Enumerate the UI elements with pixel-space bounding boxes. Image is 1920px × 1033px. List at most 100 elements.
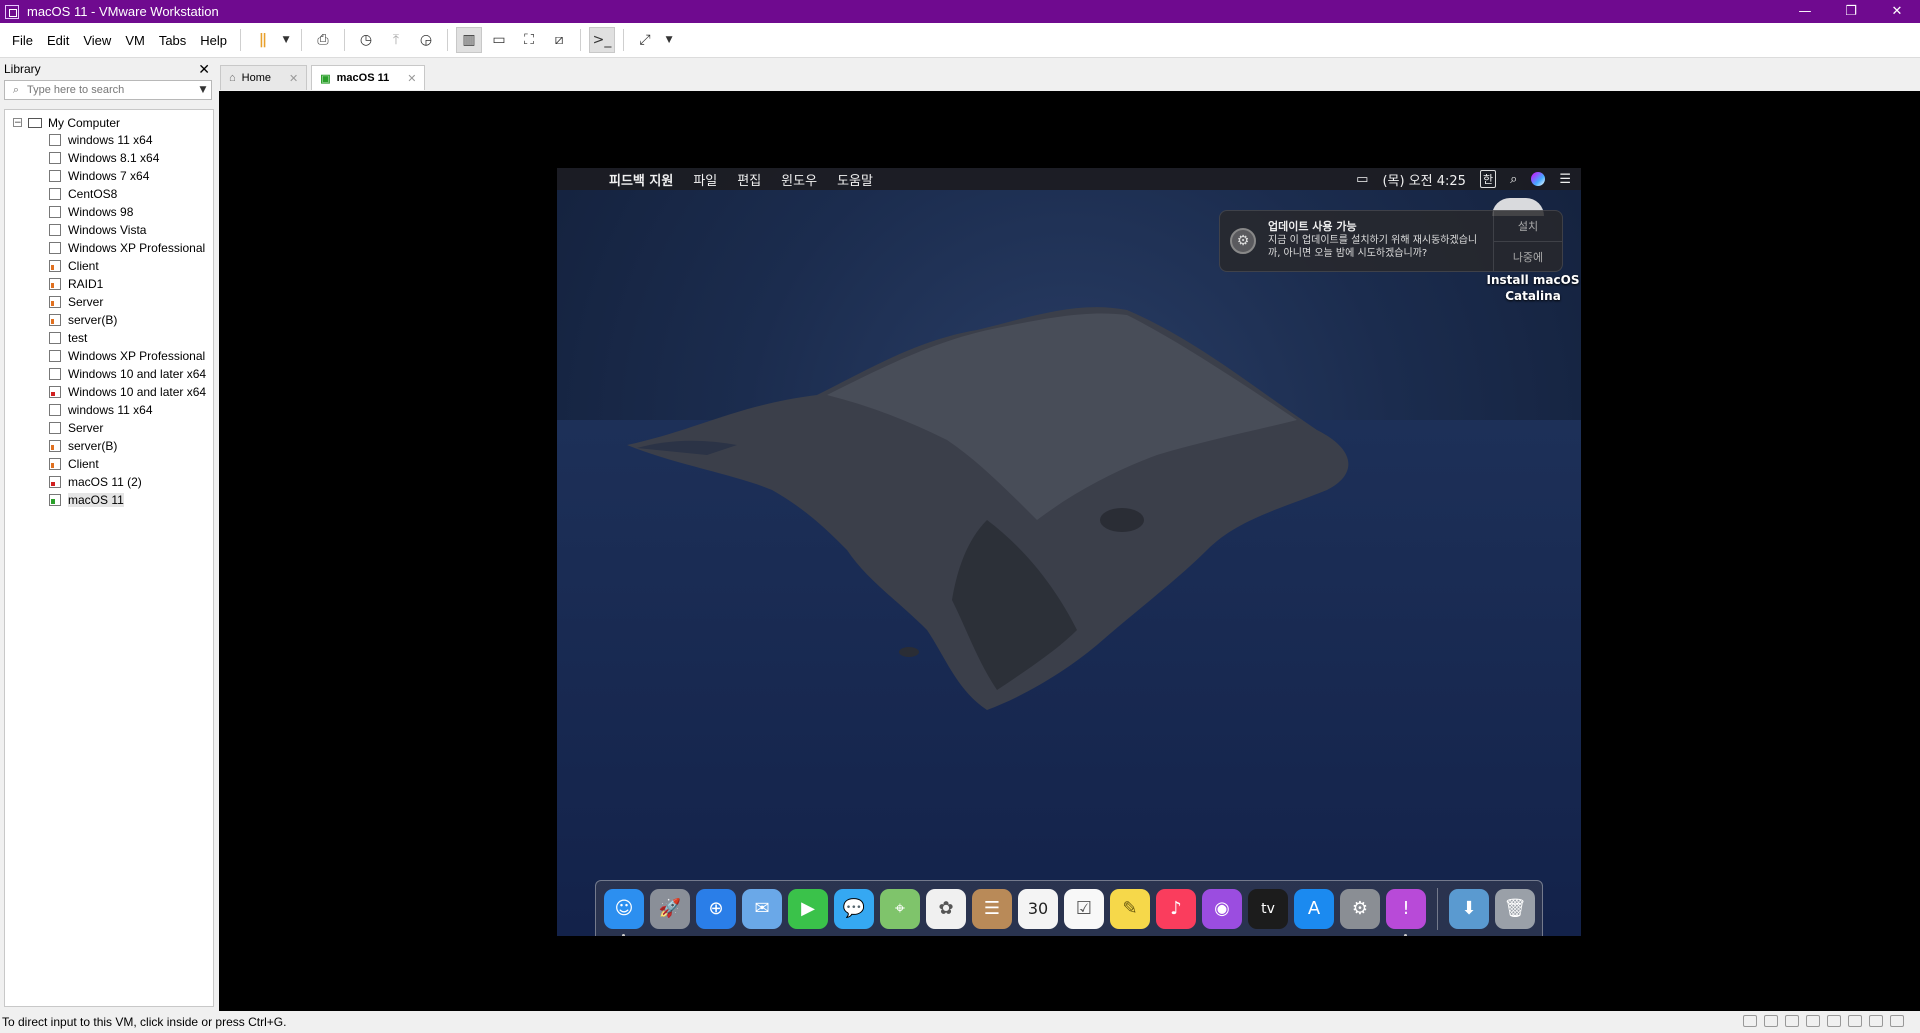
update-notification[interactable]: ⚙ 업데이트 사용 가능 지금 이 업데이트를 설치하기 위해 재시동하겠습니까… (1219, 210, 1563, 272)
usb-icon[interactable] (1827, 1015, 1841, 1027)
safari-icon[interactable]: ⊕ (696, 888, 736, 929)
toolbar-separator (301, 29, 303, 51)
guest-menu-file[interactable]: 파일 (683, 170, 727, 189)
tab-macos-11[interactable]: ▣ macOS 11 ✕ (311, 65, 426, 90)
trash-icon[interactable]: 🗑 (1495, 888, 1535, 929)
vm-list-item[interactable]: Windows 8.1 x64 (49, 149, 206, 167)
tv-icon[interactable]: tv (1248, 888, 1288, 929)
spotlight-icon[interactable]: ⌕ (1510, 172, 1517, 187)
display-icon[interactable]: ▭ (1356, 172, 1368, 187)
guest-menu-app[interactable]: 피드백 지원 (599, 170, 683, 189)
printer-icon[interactable] (1848, 1015, 1862, 1027)
snapshot-manager-icon[interactable]: ◶ (413, 27, 439, 53)
close-button[interactable]: ✕ (1874, 0, 1920, 23)
collapse-icon[interactable]: − (13, 118, 22, 128)
library-close-icon[interactable]: ✕ (198, 61, 210, 78)
vm-list-item[interactable]: windows 11 x64 (49, 131, 206, 149)
guest-menu-window[interactable]: 윈도우 (771, 170, 827, 189)
facetime-icon[interactable]: ▶ (788, 888, 828, 929)
vm-list-item[interactable]: server(B) (49, 311, 206, 329)
vm-list-item[interactable]: Windows XP Professional (49, 239, 206, 257)
cd-dvd-icon[interactable] (1764, 1015, 1778, 1027)
vm-list-item[interactable]: server(B) (49, 437, 206, 455)
install-button[interactable]: 설치 (1494, 211, 1562, 241)
vm-list-item[interactable]: Server (49, 419, 206, 437)
launchpad-icon[interactable]: 🚀 (650, 888, 690, 929)
guest-menu-help[interactable]: 도움말 (827, 170, 883, 189)
thumbnail-bar-icon[interactable]: ▭ (486, 27, 512, 53)
show-library-icon[interactable]: ▥ (456, 27, 483, 53)
sound-icon[interactable] (1806, 1015, 1820, 1027)
console-view-icon[interactable]: >_ (589, 27, 616, 53)
downloads-icon[interactable]: ⬇ (1449, 888, 1489, 929)
vm-list-item[interactable]: Windows XP Professional (49, 347, 206, 365)
send-ctrl-alt-del-icon[interactable]: ⎙ (310, 27, 336, 53)
photos-icon[interactable]: ✿ (926, 888, 966, 929)
vm-list-item[interactable]: Windows 10 and later x64 (49, 383, 206, 401)
vm-list-item[interactable]: windows 11 x64 (49, 401, 206, 419)
hard-disk-icon[interactable] (1743, 1015, 1757, 1027)
feedback-assistant-icon[interactable]: ! (1386, 888, 1426, 936)
menu-file[interactable]: File (5, 33, 40, 48)
full-screen-icon[interactable]: ⛶ (516, 27, 542, 53)
notification-center-icon[interactable]: ☰ (1559, 172, 1571, 187)
vm-list-item[interactable]: Client (49, 257, 206, 275)
dropdown-arrow-icon[interactable]: ▼ (279, 27, 293, 53)
tab-close-icon[interactable]: ✕ (289, 72, 298, 85)
vm-list-item[interactable]: Windows Vista (49, 221, 206, 239)
guest-clock[interactable]: (목) 오전 4:25 (1382, 170, 1465, 189)
reminders-icon[interactable]: ☑ (1064, 888, 1104, 929)
vm-list-item[interactable]: RAID1 (49, 275, 206, 293)
vm-list-item[interactable]: Client (49, 455, 206, 473)
chevron-down-icon[interactable]: ▼ (195, 85, 211, 95)
dropdown-arrow-icon[interactable]: ▼ (662, 27, 676, 53)
later-button[interactable]: 나중에 (1494, 241, 1562, 272)
tree-root-label: My Computer (48, 115, 121, 130)
guest-menu-edit[interactable]: 편집 (727, 170, 771, 189)
vm-console[interactable]: 피드백 지원 파일 편집 윈도우 도움말 ▭ (목) 오전 4:25 한 ⌕ ☰… (219, 91, 1920, 1011)
library-search-input[interactable]: ⌕ Type here to search ▼ (4, 80, 212, 100)
unity-icon[interactable]: ⧄ (546, 27, 572, 53)
tab-home[interactable]: ⌂ Home ✕ (220, 65, 308, 90)
maps-icon[interactable]: ⌖ (880, 888, 920, 929)
vm-list-item[interactable]: Server (49, 293, 206, 311)
message-icon[interactable] (1890, 1015, 1904, 1027)
siri-icon[interactable] (1531, 172, 1546, 186)
menu-vm[interactable]: VM (118, 33, 152, 48)
finder-icon[interactable]: ☺ (604, 888, 644, 936)
vm-list-item[interactable]: Windows 10 and later x64 (49, 365, 206, 383)
tree-root-my-computer[interactable]: − My Computer (13, 114, 120, 131)
vm-list-item[interactable]: Windows 98 (49, 203, 206, 221)
menu-tabs[interactable]: Tabs (152, 33, 193, 48)
network-icon[interactable] (1785, 1015, 1799, 1027)
mail-icon[interactable]: ✉ (742, 888, 782, 929)
podcasts-icon[interactable]: ◉ (1202, 888, 1242, 929)
guest-screen[interactable]: 피드백 지원 파일 편집 윈도우 도움말 ▭ (목) 오전 4:25 한 ⌕ ☰… (557, 168, 1581, 936)
input-source-icon[interactable]: 한 (1479, 170, 1497, 188)
vm-list-item[interactable]: macOS 11 (49, 491, 206, 509)
messages-icon[interactable]: 💬 (834, 888, 874, 929)
contacts-icon[interactable]: ☰ (972, 888, 1012, 929)
system-preferences-icon[interactable]: ⚙ (1340, 888, 1380, 929)
menu-view[interactable]: View (76, 33, 118, 48)
display-status-icon[interactable] (1869, 1015, 1883, 1027)
notes-icon[interactable]: ✎ (1110, 888, 1150, 929)
vm-list-item[interactable]: Windows 7 x64 (49, 167, 206, 185)
pause-icon[interactable]: || (249, 27, 275, 53)
install-macos-label[interactable]: Install macOS Catalina (1477, 272, 1581, 304)
music-icon[interactable]: ♪ (1156, 888, 1196, 929)
app-store-icon[interactable]: A (1294, 888, 1334, 929)
vm-list-item[interactable]: macOS 11 (2) (49, 473, 206, 491)
calendar-icon[interactable]: 30 (1018, 888, 1058, 929)
vm-list-item[interactable]: test (49, 329, 206, 347)
tab-close-icon[interactable]: ✕ (407, 72, 416, 85)
menu-edit[interactable]: Edit (40, 33, 76, 48)
restore-button[interactable]: ❐ (1828, 0, 1874, 23)
vm-list-item-label: macOS 11 (68, 493, 124, 507)
stretch-guest-icon[interactable]: ⤢ (632, 27, 658, 53)
menu-help[interactable]: Help (193, 33, 234, 48)
revert-snapshot-icon[interactable]: ⤒ (383, 27, 409, 53)
vm-list-item[interactable]: CentOS8 (49, 185, 206, 203)
minimize-button[interactable]: — (1782, 0, 1828, 23)
snapshot-icon[interactable]: ◷ (353, 27, 379, 53)
